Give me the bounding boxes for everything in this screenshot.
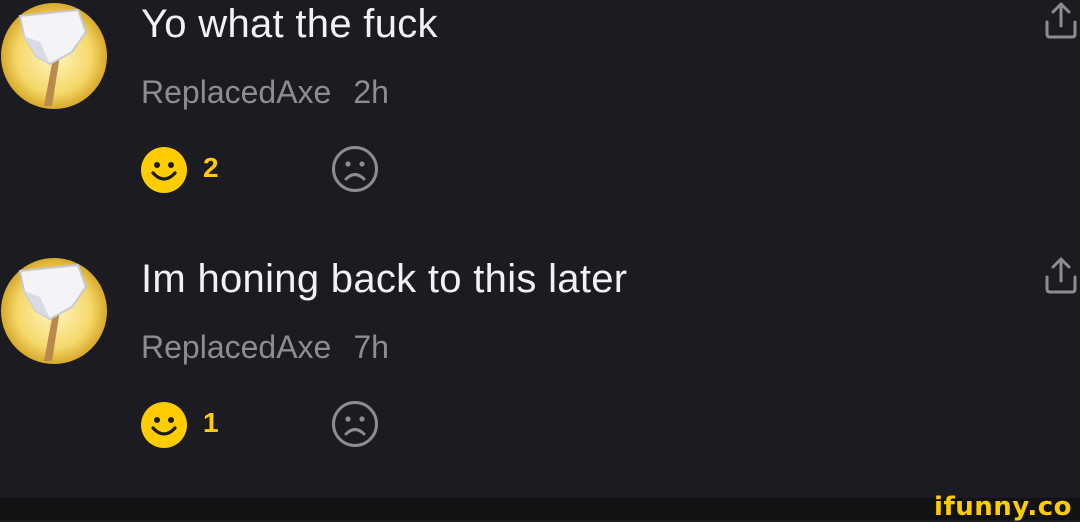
- frown-icon: [332, 146, 378, 192]
- comment-item: Yo what the fuck ReplacedAxe 2h 2: [0, 0, 1080, 250]
- avatar[interactable]: [0, 2, 108, 110]
- footer-bar: [0, 498, 1080, 520]
- username[interactable]: ReplacedAxe: [141, 329, 331, 365]
- share-button[interactable]: [1043, 0, 1079, 40]
- comment-text: Yo what the fuck: [141, 2, 438, 46]
- username[interactable]: ReplacedAxe: [141, 74, 331, 110]
- unsmile-button[interactable]: [331, 400, 381, 450]
- smile-button[interactable]: [140, 146, 188, 194]
- smile-count: 1: [203, 407, 219, 438]
- axe-avatar-icon: [1, 258, 107, 364]
- watermark: ifunny.co: [934, 492, 1072, 522]
- smile-button[interactable]: [140, 401, 188, 449]
- comment-item: Im honing back to this later ReplacedAxe…: [0, 255, 1080, 505]
- frown-icon: [332, 401, 378, 447]
- axe-avatar-icon: [1, 3, 107, 109]
- smile-count: 2: [203, 152, 219, 183]
- comment-meta: ReplacedAxe 7h: [141, 329, 389, 366]
- share-icon: [1045, 2, 1077, 39]
- smile-icon: [141, 402, 187, 448]
- unsmile-button[interactable]: [331, 145, 381, 195]
- share-button[interactable]: [1043, 255, 1079, 295]
- avatar[interactable]: [0, 257, 108, 365]
- share-icon: [1045, 257, 1077, 294]
- comment-text: Im honing back to this later: [141, 257, 628, 301]
- comment-meta: ReplacedAxe 2h: [141, 74, 389, 111]
- timestamp: 7h: [353, 329, 389, 365]
- smile-icon: [141, 147, 187, 193]
- timestamp: 2h: [353, 74, 389, 110]
